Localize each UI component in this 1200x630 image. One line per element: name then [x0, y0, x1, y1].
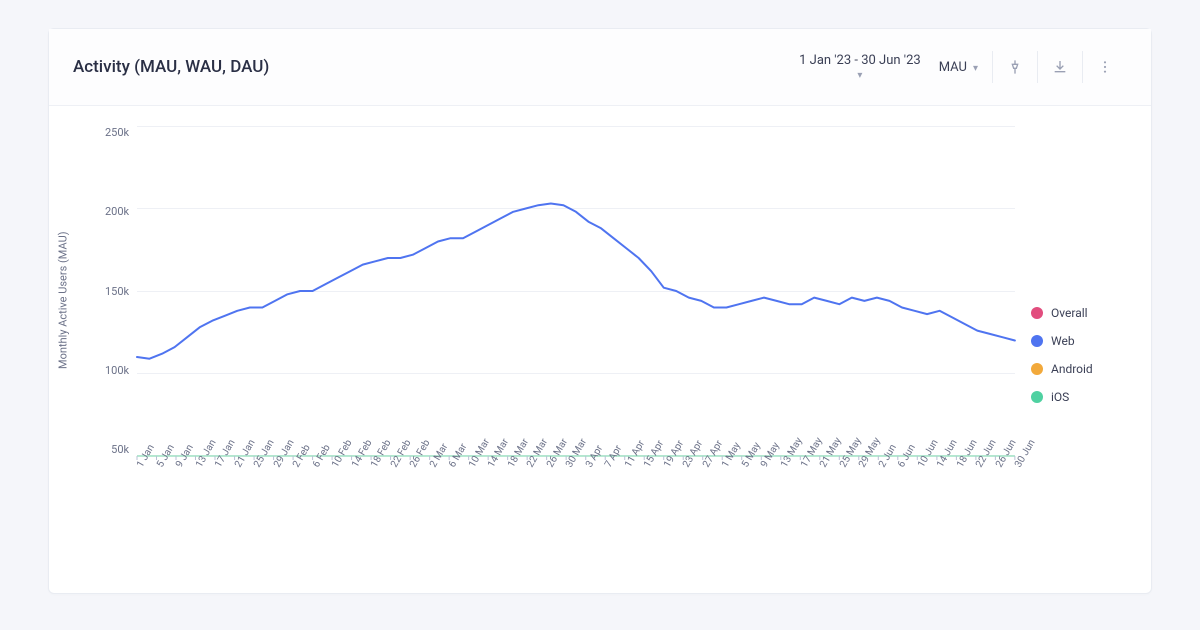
chevron-down-icon: ▾: [857, 70, 862, 81]
y-axis-label: Monthly Active Users (MAU): [57, 231, 70, 369]
date-range-label: 1 Jan '23 - 30 Jun '23: [799, 53, 921, 68]
metric-dropdown[interactable]: MAU ▾: [939, 60, 978, 75]
activity-card: Activity (MAU, WAU, DAU) 1 Jan '23 - 30 …: [48, 28, 1152, 594]
legend-item[interactable]: Overall: [1031, 306, 1127, 320]
metric-label: MAU: [939, 60, 967, 75]
legend-label: Android: [1051, 362, 1093, 376]
y-axis-ticks: 250k 200k 150k 100k 50k: [105, 126, 137, 456]
series-line-web: [137, 204, 1015, 359]
legend-item[interactable]: Android: [1031, 362, 1127, 376]
download-button[interactable]: [1038, 47, 1082, 87]
chevron-down-icon: ▾: [973, 63, 978, 74]
legend-label: iOS: [1051, 390, 1069, 404]
y-tick: 250k: [105, 126, 129, 139]
legend-item[interactable]: iOS: [1031, 390, 1127, 404]
legend-item[interactable]: Web: [1031, 334, 1127, 348]
plot: 1 Jan5 Jan9 Jan13 Jan17 Jan21 Jan25 Jan2…: [137, 126, 1015, 583]
plot-wrap: 250k 200k 150k 100k 50k 1 Jan5 Jan9 Jan13 Ja…: [105, 126, 1015, 583]
legend-swatch: [1031, 363, 1043, 375]
more-vertical-icon: [1097, 59, 1113, 75]
header-controls: 1 Jan '23 - 30 Jun '23 ▾ MAU ▾: [799, 47, 1127, 87]
pin-icon: [1007, 59, 1023, 75]
line-chart-svg: [137, 126, 1015, 458]
y-tick: 50k: [111, 443, 129, 456]
chart-area: Monthly Active Users (MAU) 250k 200k 150k 1…: [49, 106, 1151, 593]
legend-label: Web: [1051, 334, 1075, 348]
download-icon: [1052, 59, 1068, 75]
y-tick: 150k: [105, 285, 129, 298]
y-tick: 200k: [105, 205, 129, 218]
y-tick: 100k: [105, 364, 129, 377]
legend-swatch: [1031, 391, 1043, 403]
card-title: Activity (MAU, WAU, DAU): [73, 57, 269, 77]
pin-button[interactable]: [993, 47, 1037, 87]
legend: Overall Web Android iOS: [1031, 126, 1127, 583]
legend-swatch: [1031, 307, 1043, 319]
legend-swatch: [1031, 335, 1043, 347]
date-range-picker[interactable]: 1 Jan '23 - 30 Jun '23 ▾: [799, 53, 921, 81]
legend-label: Overall: [1051, 306, 1088, 320]
card-header: Activity (MAU, WAU, DAU) 1 Jan '23 - 30 …: [49, 29, 1151, 106]
more-button[interactable]: [1083, 47, 1127, 87]
